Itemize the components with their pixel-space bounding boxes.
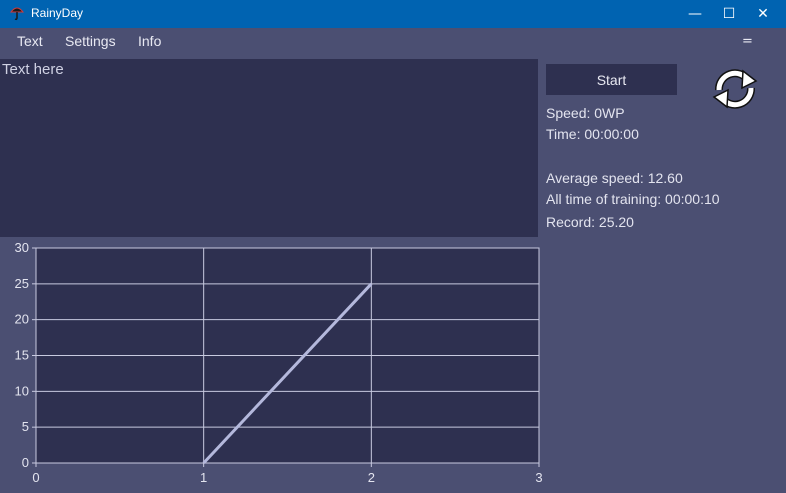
app-icon <box>9 7 25 21</box>
x-tick-label: 0 <box>32 470 39 485</box>
average-speed-label: Average speed: 12.60 <box>546 170 683 186</box>
menu-overflow-button[interactable]: = <box>742 34 753 49</box>
y-tick-label: 5 <box>22 419 29 434</box>
menu-info[interactable]: Info <box>138 33 161 49</box>
start-button[interactable]: Start <box>546 64 677 95</box>
refresh-icon[interactable] <box>710 66 760 112</box>
time-label: Time: 00:00:00 <box>546 126 639 142</box>
title-bar: RainyDay — ☐ ✕ <box>0 0 786 28</box>
menu-bar: Text Settings Info = <box>0 28 786 56</box>
menu-text[interactable]: Text <box>17 33 43 49</box>
close-button[interactable]: ✕ <box>740 0 786 28</box>
typing-text-area[interactable]: Text here <box>0 59 538 237</box>
y-tick-label: 10 <box>15 383 29 398</box>
y-tick-label: 0 <box>22 455 29 470</box>
close-icon: ✕ <box>757 6 769 22</box>
speed-chart: 0 5 10 15 20 25 30 0 1 2 3 <box>15 240 543 485</box>
window-title: RainyDay <box>31 6 84 20</box>
y-tick-label: 25 <box>15 276 29 291</box>
y-tick-label: 15 <box>15 348 29 363</box>
minimize-icon: — <box>688 6 702 22</box>
y-tick-label: 30 <box>15 240 29 255</box>
all-time-label: All time of training: 00:00:10 <box>546 191 720 207</box>
x-tick-label: 1 <box>200 470 207 485</box>
x-tick-label: 3 <box>535 470 542 485</box>
record-label: Record: 25.20 <box>546 214 634 230</box>
menu-settings[interactable]: Settings <box>65 33 116 49</box>
maximize-icon: ☐ <box>722 6 736 22</box>
y-tick-label: 20 <box>15 312 29 327</box>
x-tick-label: 2 <box>368 470 375 485</box>
speed-label: Speed: 0WP <box>546 105 625 121</box>
